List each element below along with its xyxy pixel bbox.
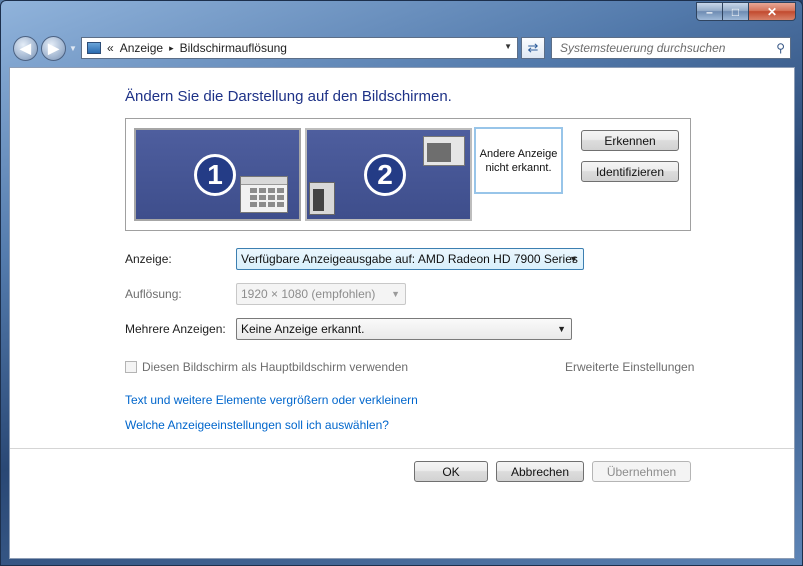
identify-button[interactable]: Identifizieren xyxy=(581,161,679,182)
detect-button[interactable]: Erkennen xyxy=(581,130,679,151)
footer-divider xyxy=(10,448,794,449)
monitor-1-number: 1 xyxy=(194,154,236,196)
maximize-button[interactable]: □ xyxy=(723,2,749,21)
refresh-button[interactable]: ⇄ xyxy=(521,37,545,59)
back-button[interactable]: ◀ xyxy=(13,36,38,61)
monitor-1[interactable]: 1 xyxy=(134,128,301,221)
address-dropdown-icon[interactable]: ▼ xyxy=(504,42,512,51)
caption-buttons: – □ ✕ xyxy=(696,2,796,21)
display-select-value: Verfügbare Anzeigeausgabe auf: AMD Radeo… xyxy=(241,252,578,266)
close-button[interactable]: ✕ xyxy=(749,2,796,21)
resolution-select: 1920 × 1080 (empfohlen) ▼ xyxy=(236,283,406,305)
monitor-arrangement: 1 2 Andere Anzeige nicht erkannt. Erkenn… xyxy=(125,118,691,231)
display-select[interactable]: Verfügbare Anzeigeausgabe auf: AMD Radeo… xyxy=(236,248,584,270)
forward-arrow-icon: ▶ xyxy=(48,40,59,56)
content-panel: Ändern Sie die Darstellung auf den Bilds… xyxy=(9,67,795,559)
resolution-select-value: 1920 × 1080 (empfohlen) xyxy=(241,287,376,301)
monitor-2[interactable]: 2 xyxy=(305,128,472,221)
chevron-down-icon: ▼ xyxy=(391,289,400,299)
primary-display-checkbox: Diesen Bildschirm als Hauptbildschirm ve… xyxy=(125,360,408,374)
text-size-link[interactable]: Text und weitere Elemente vergrößern ode… xyxy=(125,393,418,407)
calculator-icon xyxy=(240,176,288,213)
cancel-button[interactable]: Abbrechen xyxy=(496,461,584,482)
search-icon[interactable]: ⚲ xyxy=(776,41,785,55)
apply-button: Übernehmen xyxy=(592,461,691,482)
display-settings-help-link[interactable]: Welche Anzeigeeinstellungen soll ich aus… xyxy=(125,418,389,432)
advanced-settings-link[interactable]: Erweiterte Einstellungen xyxy=(565,360,694,374)
display-label: Anzeige: xyxy=(125,252,172,266)
control-panel-icon xyxy=(87,42,101,54)
taskbar-icon xyxy=(309,182,335,215)
search-placeholder: Systemsteuerung durchsuchen xyxy=(560,41,726,55)
multiple-displays-select[interactable]: Keine Anzeige erkannt. ▼ xyxy=(236,318,572,340)
primary-display-label: Diesen Bildschirm als Hauptbildschirm ve… xyxy=(142,360,409,374)
forward-button[interactable]: ▶ xyxy=(41,36,66,61)
chevron-down-icon: ▼ xyxy=(557,324,566,334)
page-title: Ändern Sie die Darstellung auf den Bilds… xyxy=(125,88,452,105)
minimize-button[interactable]: – xyxy=(696,2,723,21)
multiple-displays-label: Mehrere Anzeigen: xyxy=(125,322,226,336)
multiple-displays-select-value: Keine Anzeige erkannt. xyxy=(241,322,365,336)
refresh-icon: ⇄ xyxy=(527,40,539,55)
address-bar[interactable]: « Anzeige ▸ Bildschirmauflösung ▼ xyxy=(81,37,518,59)
monitor-2-number: 2 xyxy=(364,154,406,196)
monitor-not-detected-label: Andere Anzeige nicht erkannt. xyxy=(479,147,558,174)
ok-button[interactable]: OK xyxy=(414,461,488,482)
breadcrumb-anzeige[interactable]: Anzeige xyxy=(120,41,163,55)
breadcrumb-separator-icon[interactable]: ▸ xyxy=(169,43,174,54)
address-overflow-chevron[interactable]: « xyxy=(107,41,114,55)
chevron-down-icon: ▼ xyxy=(569,254,578,264)
resolution-label: Auflösung: xyxy=(125,287,182,301)
back-arrow-icon: ◀ xyxy=(20,40,31,56)
search-box[interactable]: Systemsteuerung durchsuchen ⚲ xyxy=(551,37,791,59)
window-frame: – □ ✕ ◀ ▶ ▼ « Anzeige ▸ Bildschirmauflös… xyxy=(0,0,803,566)
breadcrumb-bildschirmaufloesung[interactable]: Bildschirmauflösung xyxy=(180,41,287,55)
monitor-not-detected[interactable]: Andere Anzeige nicht erkannt. xyxy=(474,127,563,194)
recent-pages-dropdown-icon[interactable]: ▼ xyxy=(69,44,77,53)
window-icon xyxy=(423,136,465,166)
checkbox-box xyxy=(125,361,137,373)
